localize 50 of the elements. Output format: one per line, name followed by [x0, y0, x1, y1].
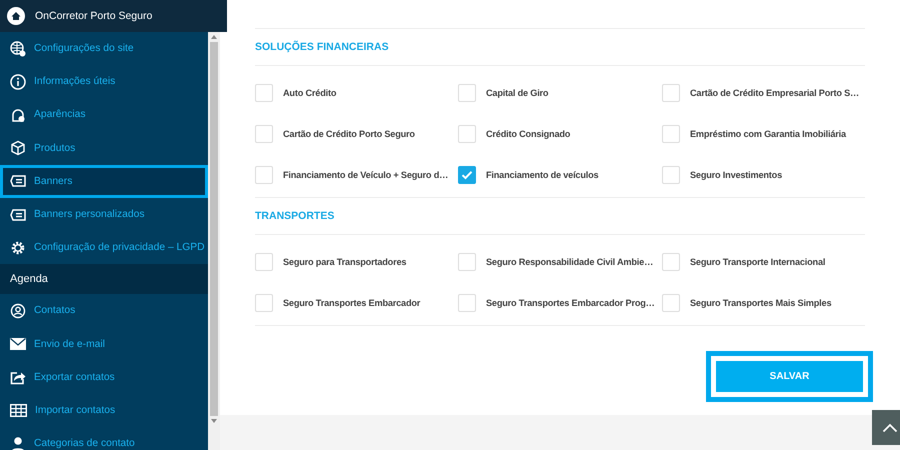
sidebar-item[interactable]: Banners — [0, 164, 208, 198]
sidebar-section-header: Agenda — [0, 264, 208, 294]
checkmark-icon — [461, 170, 473, 180]
checkbox-label: Seguro para Transportadores — [283, 256, 406, 266]
sidebar-item[interactable]: Produtos — [0, 132, 208, 165]
checkbox-label: Seguro Transportes Embarcador — [283, 298, 420, 308]
save-button[interactable]: SALVAR — [715, 360, 864, 393]
checkbox-label: Crédito Consignado — [486, 128, 570, 138]
globe-icon — [10, 40, 26, 57]
scroll-up-icon[interactable] — [211, 35, 217, 39]
checkbox[interactable] — [458, 166, 476, 184]
checkbox-label: Seguro Investimentos — [690, 170, 782, 180]
table-icon — [10, 404, 27, 417]
checkbox-label: Seguro Transportes Embarcador Prog… — [486, 298, 655, 308]
checkbox-label: Financiamento de Veículo + Seguro d… — [283, 170, 448, 180]
sidebar-item[interactable]: Importar contatos — [0, 394, 208, 428]
sidebar-item[interactable]: Aparências — [0, 98, 208, 132]
checkbox-label: Capital de Giro — [486, 88, 548, 98]
export-icon — [10, 369, 26, 386]
section-heading: SOLUÇÕES FINANCEIRAS — [255, 40, 390, 55]
checkbox-label: Cartão de Crédito Empresarial Porto S… — [690, 88, 860, 98]
section-heading: TRANSPORTES — [255, 209, 336, 224]
gear-icon — [10, 240, 26, 256]
sidebar-item[interactable]: Configuração de privacidade – LGPD — [0, 231, 208, 264]
sidebar-item[interactable]: Envio de e-mail — [0, 328, 208, 361]
sidebar-item[interactable]: Informações úteis — [0, 65, 208, 98]
checkbox-label: Empréstimo com Garantia Imobiliária — [690, 128, 846, 138]
chevron-up-icon — [882, 422, 898, 432]
scroll-down-icon[interactable] — [211, 419, 217, 423]
sidebar-item[interactable]: Categorias de contato — [0, 427, 208, 450]
banner-icon — [10, 206, 26, 223]
banner-icon — [10, 173, 26, 190]
sidebar-item[interactable]: Banners personalizados — [0, 198, 208, 232]
checkbox-label: Financiamento de veículos — [486, 170, 598, 180]
checkbox-label: Cartão de Crédito Porto Seguro — [283, 128, 415, 138]
sidebar-item[interactable]: Contatos — [0, 294, 208, 328]
sidebar-item[interactable]: Configurações do site — [0, 32, 208, 66]
checkbox-label: Auto Crédito — [283, 88, 336, 98]
sidebar-item[interactable]: Exportar contatos — [0, 360, 208, 394]
user-icon — [10, 436, 26, 450]
back-to-top-button[interactable] — [872, 410, 900, 445]
home-icon[interactable] — [7, 7, 25, 25]
app-title: OnCorretor Porto Seguro — [35, 10, 152, 22]
checkbox-label: Seguro Responsabilidade Civil Ambie… — [486, 256, 654, 266]
mail-icon — [10, 338, 26, 350]
contact-icon — [10, 302, 26, 319]
info-icon — [10, 74, 26, 90]
checkbox-label: Seguro Transportes Mais Simples — [690, 298, 832, 308]
box-icon — [10, 140, 26, 156]
checkbox-label: Seguro Transporte Internacional — [690, 256, 826, 266]
